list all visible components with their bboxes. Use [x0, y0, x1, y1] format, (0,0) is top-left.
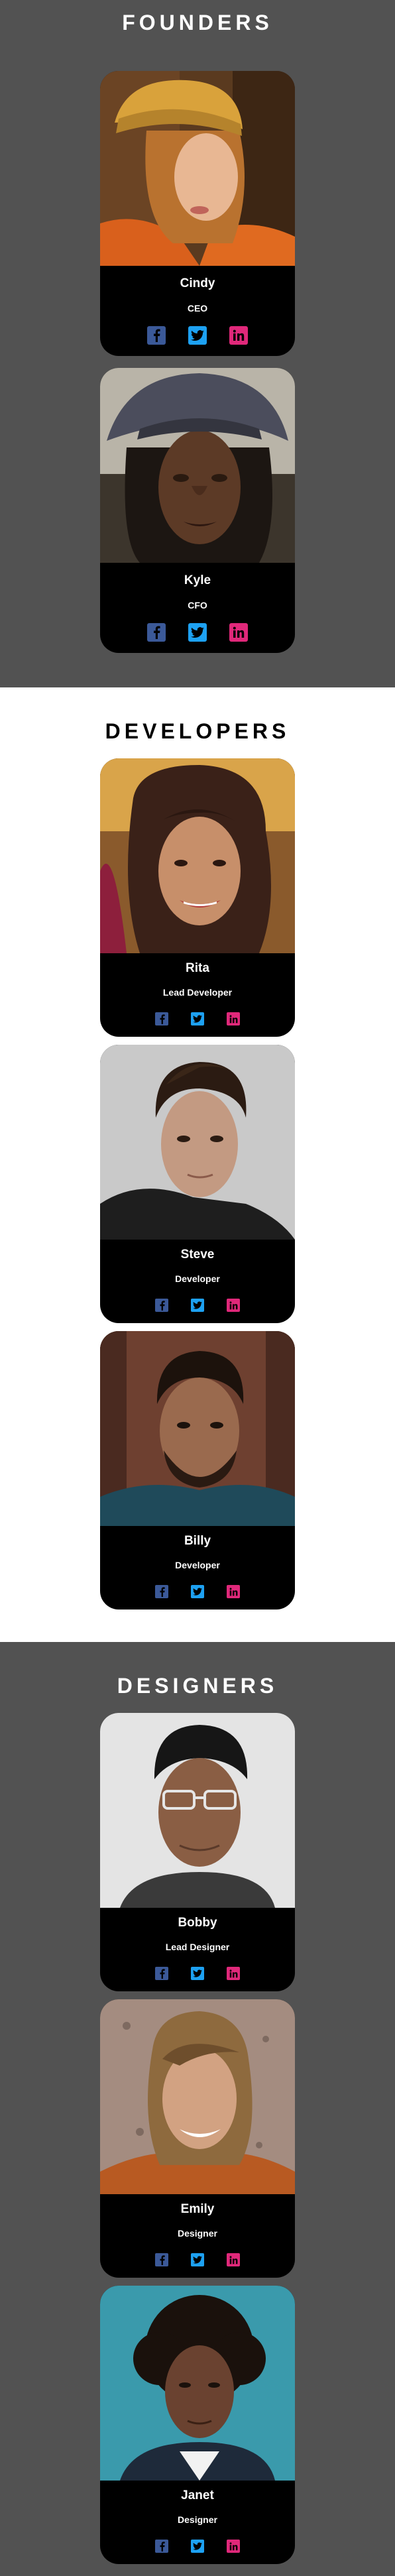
designers-section: DESIGNERS Bobby Lead Designer Emily Desi… [0, 1642, 395, 2576]
section-title: DEVELOPERS [105, 719, 290, 743]
team-card-billy: Billy Developer [100, 1331, 295, 1610]
member-name: Bobby [178, 1916, 217, 1930]
member-photo [100, 758, 295, 953]
facebook-icon[interactable] [155, 1585, 168, 1598]
linkedin-icon[interactable] [227, 1012, 240, 1025]
member-role: Developer [175, 1273, 220, 1284]
member-photo [100, 1713, 295, 1908]
twitter-icon[interactable] [191, 1967, 204, 1980]
social-links [100, 1585, 295, 1598]
member-name: Kyle [184, 573, 211, 587]
member-name: Billy [184, 1534, 211, 1548]
linkedin-icon[interactable] [227, 2253, 240, 2266]
twitter-icon[interactable] [188, 623, 207, 642]
social-links [100, 326, 295, 345]
member-role: Lead Designer [165, 1942, 230, 1952]
team-card-kyle: Kyle CFO [100, 368, 295, 653]
team-card-janet: Janet Designer [100, 2286, 295, 2564]
member-name: Cindy [180, 276, 215, 290]
linkedin-icon[interactable] [227, 2540, 240, 2553]
linkedin-icon[interactable] [227, 1967, 240, 1980]
section-title: DESIGNERS [117, 1674, 278, 1698]
member-role: CFO [188, 600, 207, 611]
member-name: Emily [180, 2202, 215, 2216]
member-photo [100, 1331, 295, 1526]
social-links [100, 2540, 295, 2553]
twitter-icon[interactable] [191, 2540, 204, 2553]
twitter-icon[interactable] [191, 2253, 204, 2266]
social-links [100, 1299, 295, 1312]
social-links [100, 1967, 295, 1980]
facebook-icon[interactable] [155, 2253, 168, 2266]
member-role: Designer [178, 2514, 217, 2525]
twitter-icon[interactable] [188, 326, 207, 345]
member-role: CEO [187, 303, 208, 314]
member-photo [100, 1999, 295, 2194]
developers-section: DEVELOPERS Rita Lead Developer Steve Dev… [0, 687, 395, 1642]
linkedin-icon[interactable] [229, 623, 248, 642]
linkedin-icon[interactable] [229, 326, 248, 345]
member-photo [100, 1045, 295, 1240]
twitter-icon[interactable] [191, 1585, 204, 1598]
member-role: Designer [178, 2228, 217, 2239]
facebook-icon[interactable] [147, 623, 166, 642]
social-links [100, 1012, 295, 1025]
member-name: Janet [181, 2488, 214, 2502]
founders-section: FOUNDERS Cindy CEO Kyle CFO [0, 0, 395, 687]
member-role: Lead Developer [162, 987, 233, 998]
linkedin-icon[interactable] [227, 1299, 240, 1312]
team-card-bobby: Bobby Lead Designer [100, 1713, 295, 1991]
linkedin-icon[interactable] [227, 1585, 240, 1598]
member-role: Developer [175, 1560, 220, 1570]
facebook-icon[interactable] [155, 1967, 168, 1980]
member-name: Steve [180, 1248, 215, 1261]
facebook-icon[interactable] [155, 1299, 168, 1312]
social-links [100, 2253, 295, 2266]
member-name: Rita [186, 961, 209, 975]
section-title: FOUNDERS [122, 11, 273, 34]
twitter-icon[interactable] [191, 1012, 204, 1025]
team-card-steve: Steve Developer [100, 1045, 295, 1323]
social-links [100, 623, 295, 642]
team-card-cindy: Cindy CEO [100, 71, 295, 356]
member-photo [100, 71, 295, 266]
facebook-icon[interactable] [147, 326, 166, 345]
team-card-rita: Rita Lead Developer [100, 758, 295, 1037]
facebook-icon[interactable] [155, 1012, 168, 1025]
member-photo [100, 2286, 295, 2481]
member-photo [100, 368, 295, 563]
twitter-icon[interactable] [191, 1299, 204, 1312]
facebook-icon[interactable] [155, 2540, 168, 2553]
team-card-emily: Emily Designer [100, 1999, 295, 2278]
